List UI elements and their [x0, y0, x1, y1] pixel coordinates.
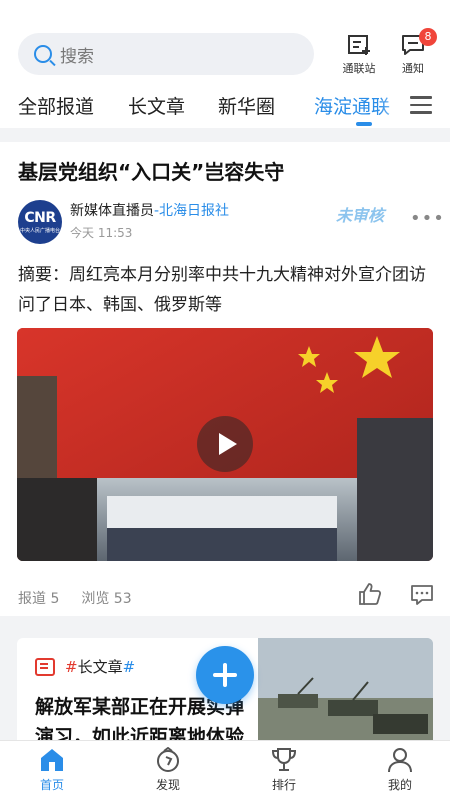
tab-fade [380, 88, 408, 126]
app-page: 搜索 通联站 8 通知 全部报道 长文章 新华圈 海淀通联 基层党组织“入口关”… [0, 0, 450, 800]
category-tag[interactable]: # 长文章 # [35, 656, 135, 677]
nav-mine-label: 我的 [387, 778, 412, 792]
review-status-stamp: 未审核 [336, 206, 385, 225]
tab-xinhua-circle[interactable]: 新华圈 [218, 92, 275, 119]
source-org[interactable]: -北海日报社 [154, 203, 229, 219]
nav-home-label: 首页 [39, 778, 64, 792]
thumbs-up-icon[interactable] [358, 582, 382, 606]
tab-all-reports[interactable]: 全部报道 [18, 92, 94, 119]
contact-station-label: 通联站 [342, 62, 376, 75]
tag-label: 长文章 [77, 658, 123, 676]
notification-label: 通知 [402, 62, 424, 75]
user-icon [388, 748, 412, 773]
article-summary: 摘要：周红亮本月分别率中共十九大精神对外宣介团访问了日本、韩国、俄罗斯等 [18, 265, 426, 315]
header: 搜索 通联站 8 通知 全部报道 长文章 新华圈 海淀通联 [0, 0, 450, 128]
comment-icon[interactable] [410, 584, 434, 606]
avatar-logo-sub: 中央人民广播电台 [19, 227, 60, 234]
notification-badge: 8 [419, 28, 437, 46]
trophy-icon [271, 748, 297, 771]
article-time: 今天 11:53 [70, 226, 133, 240]
tab-haidian[interactable]: 海淀通联 [314, 92, 390, 119]
article-source: 新媒体直播员-北海日报社 [70, 200, 229, 220]
avatar[interactable]: CNR 中央人民广播电台 [18, 200, 62, 244]
search-input[interactable]: 搜索 [18, 33, 314, 75]
nav-ranking-label: 排行 [271, 778, 296, 792]
tag-hash-end: # [122, 657, 136, 676]
active-tab-indicator [356, 122, 372, 126]
channel-tabs: 全部报道 长文章 新华圈 海淀通联 [0, 88, 450, 126]
article-card[interactable]: 基层党组织“入口关”岂容失守 CNR 中央人民广播电台 新媒体直播员-北海日报社… [0, 142, 450, 616]
compass-icon [157, 747, 179, 772]
tab-long-articles[interactable]: 长文章 [128, 92, 185, 119]
nav-mine[interactable]: 我的 [370, 747, 430, 793]
bottom-nav: 首页 发现 排行 我的 [0, 740, 450, 800]
article-title[interactable]: 基层党组织“入口关”岂容失守 [18, 156, 284, 185]
tag-hash: # [65, 657, 78, 676]
add-button[interactable] [196, 646, 254, 704]
play-icon[interactable] [197, 416, 253, 472]
nav-home[interactable]: 首页 [22, 747, 82, 793]
nav-ranking[interactable]: 排行 [254, 747, 314, 793]
more-options-icon[interactable]: ••• [410, 208, 445, 229]
home-icon [41, 749, 63, 771]
article-stats: 报道 5 浏览 53 [18, 588, 154, 608]
nav-discover[interactable]: 发现 [138, 747, 198, 793]
document-icon [35, 657, 55, 676]
search-placeholder: 搜索 [60, 46, 94, 67]
notification-button[interactable]: 8 通知 [390, 28, 437, 78]
contact-station-button[interactable]: 通联站 [336, 34, 382, 78]
search-icon [34, 45, 52, 63]
edit-icon [348, 35, 370, 55]
video-thumbnail[interactable] [17, 328, 433, 561]
menu-icon[interactable] [410, 96, 432, 116]
nav-discover-label: 发现 [155, 778, 180, 792]
report-count: 报道 5 [18, 591, 60, 607]
avatar-logo-text: CNR [24, 209, 56, 226]
view-count: 浏览 53 [81, 591, 132, 607]
source-name: 新媒体直播员 [70, 203, 154, 219]
